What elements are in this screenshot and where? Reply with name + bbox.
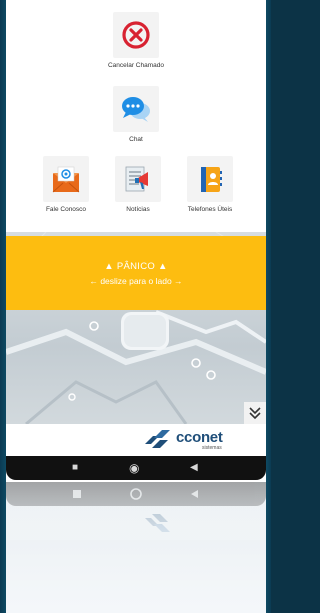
news-label: Notícias — [126, 206, 150, 213]
phones-icon-box — [187, 156, 233, 202]
brand-footer: cconet sistemas — [6, 424, 266, 456]
chat-bubbles-icon — [122, 97, 150, 122]
brand-name: cconet — [176, 429, 223, 446]
chat-label: Chat — [129, 136, 143, 143]
system-nav-bar: ■ ◉ ◀ — [6, 456, 266, 480]
panic-title: ▲ PÂNICO ▲ — [104, 260, 168, 272]
panic-slider[interactable]: ▲ PÂNICO ▲ ← deslize para o lado → — [6, 236, 266, 310]
recent-apps-button[interactable]: ■ — [72, 462, 78, 473]
back-button[interactable]: ◀ — [190, 462, 198, 473]
contact-icon-box — [43, 156, 89, 202]
contact-us-tile[interactable]: Fale Conosco — [26, 156, 106, 213]
useful-phones-tile[interactable]: Telefones Úteis — [170, 156, 250, 213]
brand-subtitle: sistemas — [202, 445, 222, 451]
expand-button[interactable] — [244, 402, 266, 424]
phonebook-icon — [201, 167, 222, 192]
chat-tile[interactable]: Chat — [96, 86, 176, 143]
contact-us-label: Fale Conosco — [45, 206, 87, 213]
cancel-icon-box — [113, 12, 159, 58]
email-envelope-icon — [52, 166, 80, 193]
panic-swipe-hint: ← deslize para o lado → — [89, 275, 183, 286]
reflection-fade — [6, 482, 266, 613]
cancel-call-tile[interactable]: Cancelar Chamado — [96, 12, 176, 69]
cancel-call-label: Cancelar Chamado — [107, 62, 164, 69]
screen-reflection — [6, 482, 266, 613]
cconet-logo-icon — [145, 430, 170, 448]
app-screen: Cancelar Chamado Chat Fale Conosco Notíc… — [6, 0, 266, 480]
panic-area: ▲ PÂNICO ▲ ← deslize para o lado → — [6, 232, 266, 424]
news-tile[interactable]: Notícias — [98, 156, 178, 213]
cancel-x-icon — [122, 21, 150, 49]
news-megaphone-icon — [125, 166, 148, 192]
chat-icon-box — [113, 86, 159, 132]
device-frame: Cancelar Chamado Chat Fale Conosco Notíc… — [0, 0, 271, 613]
useful-phones-label: Telefones Úteis — [187, 206, 233, 213]
news-icon-box — [115, 156, 161, 202]
home-button[interactable]: ◉ — [129, 461, 139, 475]
double-chevron-down-icon — [249, 407, 261, 420]
